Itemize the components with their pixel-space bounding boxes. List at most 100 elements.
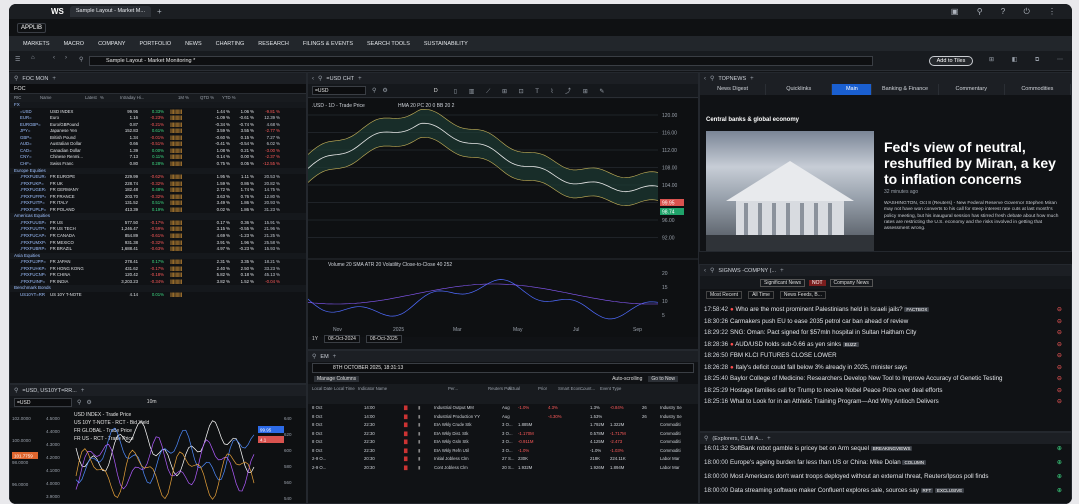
table-row[interactable]: 8 Oct 14:00 ▇ ▮ Industrial Output MM Aug -1.0%… (308, 404, 692, 412)
interval-select[interactable]: D (434, 88, 438, 94)
column-header[interactable]: 1M % (178, 95, 189, 100)
tab-main[interactable]: Main (832, 84, 873, 95)
econ-date-title[interactable]: 8TH OCTOBER 2025, 18:31:13 (312, 363, 694, 373)
table-row[interactable]: 2-9 O... 20:30 ▇ ▮ Cont Jobless Clm 20 S... 1.… (308, 464, 692, 472)
remove-icon[interactable]: ⊖ (1057, 340, 1062, 350)
add-icon[interactable]: ⊕ (1057, 458, 1062, 468)
news-headline[interactable]: Fed's view of neutral, reshuffled by Mir… (884, 139, 1064, 187)
table-row[interactable]: CHF= Swiss Franc 0.80 0.28% ||||||||||||||| 0… (10, 161, 306, 167)
table-row[interactable]: 8 Oct 14:00 ▇ ▮ Industrial Production YY Aug -… (308, 413, 692, 421)
news-item[interactable]: 18:28:36 ● AUD/USD holds sub-0.66 as yen … (700, 340, 1071, 350)
table-row[interactable]: CNY= Chinese Renmi... 7.13 0.11% |||||||||||… (10, 154, 306, 160)
search-icon[interactable]: ⚲ (312, 353, 316, 360)
table-row[interactable]: .FRXFUINP= FR INDIA 3,203.23 -0.34% ||||||||… (10, 279, 306, 285)
news-item[interactable]: 18:00:00 Most Americans don't want troops… (700, 472, 1071, 486)
chip-company-news[interactable]: Company News (829, 278, 873, 287)
menu-markets[interactable]: MARKETS (23, 41, 50, 47)
add-icon[interactable]: ⊕ (1057, 444, 1062, 454)
filter-all-time[interactable]: All Time (748, 291, 774, 299)
table-row[interactable]: .FRXFUUSP= FR US 577.50 -0.17% |||||||||||||… (10, 220, 306, 226)
date-from-input[interactable]: 08-Oct-2024 (324, 335, 360, 343)
table-row[interactable]: GBP= British Pound 1.34 -0.01% |||||||||||||… (10, 135, 306, 141)
applib-button[interactable]: APPLIB (17, 22, 47, 33)
chart-tool-icons[interactable]: ▯ ▥ ⟋ ⊞ ⊡ T ⌇ ⤴ ⊞ ✎ (454, 86, 610, 96)
manage-columns-button[interactable]: Manage Columns (314, 376, 360, 382)
menu-research[interactable]: RESEARCH (258, 41, 289, 47)
forward-icon[interactable]: › (65, 55, 67, 61)
search-icon[interactable]: ⚲ (372, 87, 376, 94)
news-item[interactable]: 16:01:32 SoftBank robot gamble is pricey … (700, 444, 1071, 458)
column-header[interactable]: RIC (14, 95, 21, 100)
chip-not[interactable]: NOT (808, 279, 826, 286)
back-icon[interactable]: ‹ (704, 268, 706, 274)
period-select[interactable]: 10m (147, 399, 157, 405)
add-to-tiles-button[interactable]: Add to Tiles (929, 56, 973, 66)
group-header[interactable]: Asia Equities (10, 252, 306, 259)
table-row[interactable]: US10YT=RR US 10Y T-NOTE 4.14 0.01% |||||||||… (10, 292, 306, 298)
news-item[interactable]: 18:00:00 Data streaming software maker Co… (700, 486, 1071, 500)
settings-icon[interactable]: ⚙ (86, 399, 91, 406)
remove-icon[interactable]: ⊖ (1057, 305, 1062, 315)
table-row[interactable]: .FRXFUMXP= FR MEXICO 931.38 -0.32% |||||||||… (10, 240, 306, 246)
auto-scrolling-toggle[interactable]: Auto-scrolling (612, 376, 642, 382)
tab-banking-finance[interactable]: Banking & Finance (872, 84, 939, 95)
window-tab[interactable]: Sample Layout - Market M... (69, 6, 151, 17)
search-icon[interactable]: ⚲ (318, 75, 322, 82)
add-icon[interactable]: ⊕ (1057, 486, 1062, 496)
table-row[interactable]: .FRXFUHKP= FR HONG KONG 431.62 -0.17% ||||||… (10, 266, 306, 272)
table-row[interactable]: .FRXFUPLP= FR POLAND 413.39 0.19% ||||||||||… (10, 207, 306, 213)
news-item[interactable]: 18:30:26 Carmakers push EU to ease 2035 p… (700, 317, 1071, 327)
menu-charting[interactable]: CHARTING (216, 41, 245, 47)
group-header[interactable]: Europe Equities (10, 167, 306, 174)
remove-icon[interactable]: ⊖ (1057, 386, 1062, 396)
tab-news-digest[interactable]: News Digest (700, 84, 767, 95)
menu-company[interactable]: COMPANY (98, 41, 125, 47)
toolbar-icons[interactable]: ⊞ ◧ ⧉ ⋯ (989, 56, 1071, 64)
table-row[interactable]: 8 Oct 22:30 ▇ ▮ EIA Wkly Gsln Stk 3 O... -0.91… (308, 438, 692, 446)
range-button[interactable]: 1Y (312, 336, 318, 342)
table-row[interactable]: JPY= Japanese Yen 152.83 0.61% |||||||||||||… (10, 128, 306, 134)
add-icon[interactable]: + (750, 76, 754, 82)
search-icon[interactable]: ⚲ (77, 399, 81, 406)
column-header[interactable]: Indicator Name (358, 386, 392, 391)
chip-significant-news[interactable]: Significant News (760, 278, 805, 287)
tab-commodities[interactable]: Commodities (1004, 84, 1071, 95)
overlay-symbol-input[interactable]: =USD (14, 397, 72, 407)
news-item[interactable]: 18:25:16 What to Look for in an Athletic … (700, 397, 1071, 407)
search-icon[interactable]: ⚲ (704, 435, 708, 442)
search-icon[interactable]: ⚲ (14, 387, 18, 394)
new-tab-icon[interactable]: + (157, 7, 162, 16)
news-item[interactable]: 18:29:22 SNG: Oman: Pact signed for $57ml… (700, 328, 1071, 338)
group-header[interactable]: Benchmark Bonds (10, 285, 306, 292)
back-icon[interactable]: ‹ (53, 55, 55, 61)
filter-news-feeds[interactable]: News Feeds, B... (779, 291, 826, 299)
news-item[interactable]: 18:26:28 ● Italy's deficit could fall bel… (700, 363, 1071, 373)
add-icon[interactable]: + (780, 268, 784, 274)
column-header[interactable]: QTD % (200, 95, 214, 100)
remove-icon[interactable]: ⊖ (1057, 397, 1062, 407)
search-icon[interactable]: ⚲ (710, 267, 714, 274)
remove-icon[interactable]: ⊖ (1057, 317, 1062, 327)
group-header[interactable]: Americas Equities (10, 213, 306, 220)
table-row[interactable]: 2-9 O... 20:30 ▇ ▮ Initial Jobless Clm 27 S..… (308, 455, 692, 463)
chart-symbol-input[interactable]: =USD (312, 86, 366, 95)
remove-icon[interactable]: ⊖ (1057, 351, 1062, 361)
remove-icon[interactable]: ⊖ (1057, 363, 1062, 373)
table-row[interactable]: .FRXFUFRP= FR FRANCE 203.70 -0.32% |||||||||… (10, 194, 306, 200)
news-item[interactable]: 18:25:29 Hostage families call for Trump … (700, 386, 1071, 396)
add-icon[interactable]: + (333, 354, 337, 360)
table-row[interactable]: .FRXFUCAP= FR CANADA 854.89 -0.61% |||||||||… (10, 233, 306, 239)
news-item[interactable]: 17:58:42 ● Who are the most prominent Pal… (700, 305, 1071, 315)
news-item[interactable]: 18:25:40 Baylor College of Medicine: Rese… (700, 374, 1071, 384)
table-row[interactable]: .FRXFUKP= FR UK 228.74 -0.32% ||||||||||||||… (10, 181, 306, 187)
column-header[interactable]: Event Type (600, 386, 634, 391)
search-icon[interactable]: ⚲ (14, 75, 18, 82)
add-icon[interactable]: + (767, 436, 771, 442)
table-row[interactable]: .FRXFUJPP= FR JAPAN 278.41 0.17% |||||||||||… (10, 259, 306, 265)
column-header[interactable]: Per... (448, 386, 482, 391)
menu-icon[interactable]: ☰ (15, 56, 20, 63)
column-header[interactable]: % (100, 95, 104, 100)
monitor-input[interactable]: FOC (10, 84, 306, 94)
group-header[interactable]: FX (10, 102, 306, 109)
menu-news[interactable]: NEWS (185, 41, 202, 47)
